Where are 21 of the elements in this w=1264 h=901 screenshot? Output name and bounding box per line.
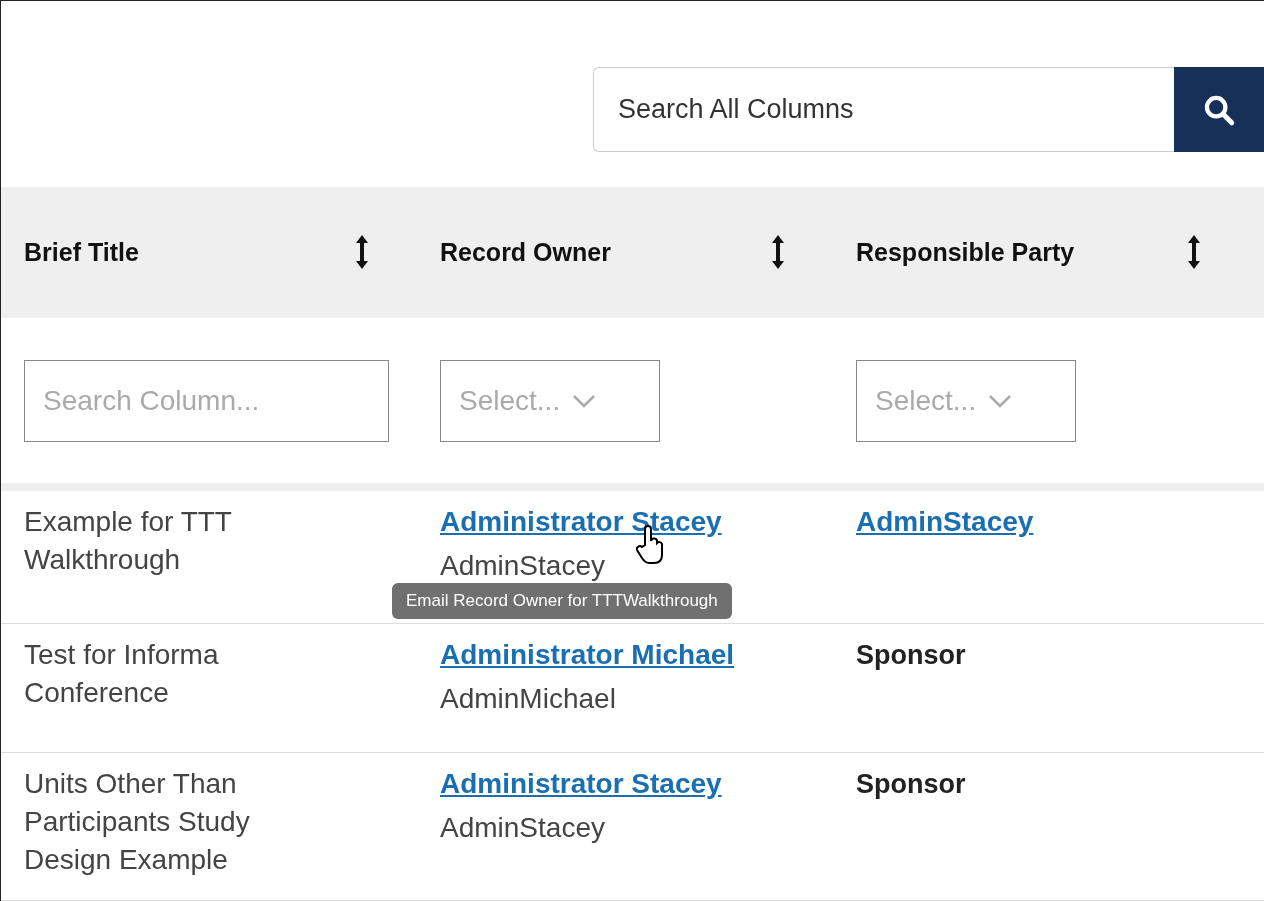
- owner-username: AdminStacey: [440, 810, 605, 845]
- column-header[interactable]: Brief Title: [24, 237, 354, 267]
- brief-title-cell-text: Test for Informa Conference: [24, 637, 220, 710]
- brief-title-cell-text: Units Other Than Participants Study Design Example: [24, 766, 251, 877]
- column-header[interactable]: Record Owner: [440, 237, 770, 267]
- tooltip: Email Record Owner for TTTWalkthrough: [392, 583, 732, 620]
- record-owner-link[interactable]: Administrator Michael: [440, 635, 735, 674]
- chevron-down-icon: [988, 393, 1013, 408]
- chevron-down-icon: [572, 393, 597, 408]
- brief-title-cell-text: Example for TTT Walkthrough: [24, 505, 233, 578]
- responsible-party-cell-text: Sponsor: [856, 767, 966, 801]
- column-search-field[interactable]: Search Column...: [24, 359, 389, 442]
- record-owner-link[interactable]: Administrator Stacey: [440, 503, 722, 542]
- search-field[interactable]: Search All Columns: [593, 67, 1174, 152]
- owner-username: AdminMichael: [440, 681, 616, 716]
- column-header[interactable]: Responsible Party: [856, 237, 1186, 267]
- search-button[interactable]: [1174, 67, 1264, 152]
- responsible-party-link[interactable]: AdminStacey: [856, 503, 1034, 542]
- record-owner-link[interactable]: Administrator Stacey: [440, 764, 722, 803]
- responsible-party-cell-text: Sponsor: [856, 638, 966, 672]
- owner-username: AdminStacey: [440, 549, 605, 584]
